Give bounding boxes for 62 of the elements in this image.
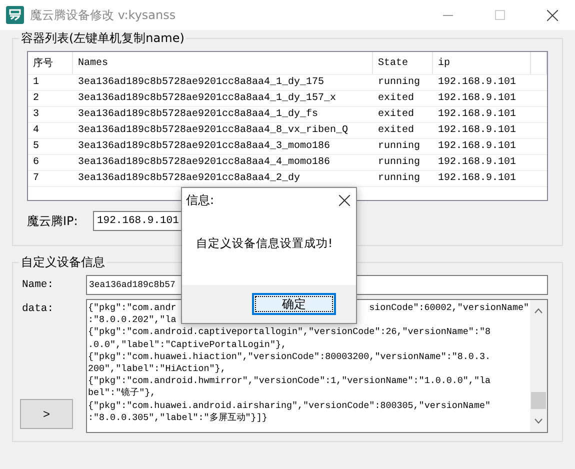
table-cell-text: 192.168.9.101 (437, 77, 518, 88)
scroll-thumb[interactable] (531, 392, 546, 408)
column-header[interactable]: State (373, 52, 433, 74)
data-text: sionCode":60002,"versionName" (369, 302, 529, 314)
minimize-icon[interactable] (443, 14, 453, 16)
table-cell-text: running (377, 157, 422, 168)
data-text: {"pkg":"com.huawei.android.airsharing","versionCode":800305,"versionName" (88, 400, 490, 412)
table-cell-text: 192.168.9.101 (437, 125, 518, 136)
table-cell-text: 3ea136ad189c8b5728ae9201cc8a8aa4_2_dy (77, 173, 302, 184)
data-text: :"8.0.0.202","la (88, 314, 176, 326)
group-title: 自定义设备信息 (19, 254, 107, 271)
table-cell-text: 2 (32, 93, 40, 104)
table-cell-text: 192.168.9.101 (437, 173, 518, 184)
table-cell-text: 3ea136ad189c8b5728ae9201cc8a8aa4_1_dy_175 (77, 77, 326, 88)
column-header[interactable]: 序号 (28, 52, 73, 74)
field-label: data: (22, 303, 55, 315)
table-cell-text: exited (377, 109, 416, 120)
data-text: :"8.0.0.305","label":"多屏互动"}]} (88, 412, 268, 424)
table-cell-text: 3ea136ad189c8b5728ae9201cc8a8aa4_1_dy_157_x (77, 93, 338, 104)
table-cell-text: 192.168.9.101 (437, 157, 518, 168)
data-text: .0.0","label":"CaptivePortalLogin"}, (88, 338, 286, 351)
window-title: 魔云腾设备修改 v:kysanss (30, 6, 177, 24)
close-icon[interactable] (546, 10, 558, 20)
scrollbar[interactable] (530, 300, 547, 432)
column-header[interactable]: Names (73, 52, 373, 74)
table-cell-text: running (377, 141, 422, 152)
table-cell-text: 6 (32, 157, 40, 168)
scroll-down-icon[interactable] (534, 418, 543, 424)
submit-button[interactable]: > (20, 399, 73, 429)
field-label: 魔云腾IP: (27, 212, 79, 230)
dialog-message: 自定义设备信息设置成功! (196, 236, 333, 250)
table-cell-text: 3ea136ad189c8b5728ae9201cc8a8aa4_1_dy_fs (77, 109, 320, 120)
table-cell-text: 5 (32, 141, 40, 152)
table-cell-text: 3ea136ad189c8b5728ae9201cc8a8aa4_4_momo186 (77, 157, 332, 168)
table-cell-text: 192.168.9.101 (437, 93, 518, 104)
table-cell-text: 3 (32, 109, 40, 120)
data-text: {"pkg":"com.huawei.hiaction","versionCode":80003200,"versionName":"8.0.3. (88, 350, 490, 364)
scroll-up-icon[interactable] (534, 308, 543, 314)
data-text: {"pkg":"com.andr (88, 302, 176, 314)
table-cell-text: 4 (32, 125, 40, 136)
group-title: 容器列表(左键单机复制name) (19, 30, 186, 47)
data-text: 200","label":"HiAction"}, (88, 363, 226, 376)
field-label: Name: (22, 278, 55, 291)
table-cell-text: running (377, 173, 422, 184)
table-cell-text: 192.168.9.101 (437, 109, 518, 120)
close-icon[interactable] (339, 194, 350, 206)
data-field[interactable] (86, 299, 548, 433)
data-text: bel":"镜子"}, (88, 387, 156, 400)
table-cell-text: 1 (32, 77, 40, 88)
ok-button[interactable]: 确定 (252, 293, 336, 315)
data-text: {"pkg":"com.android.hwmirror","versionCode":1,"versionName":"1.0.0.0","la (88, 375, 490, 388)
table-cell-text: 192.168.9.101 (437, 141, 518, 152)
column-header[interactable]: ip (433, 52, 531, 74)
dialog-title: 信息: (186, 192, 214, 208)
table-cell-text: exited (377, 125, 416, 136)
app-icon (6, 6, 24, 24)
table-cell-text: 3ea136ad189c8b5728ae9201cc8a8aa4_3_momo186 (77, 141, 332, 152)
table-cell-text: running (377, 77, 422, 88)
table-cell-text: 3ea136ad189c8b5728ae9201cc8a8aa4_8_vx_riben_Q (77, 125, 350, 136)
table-cell-text: 7 (32, 173, 40, 184)
data-text: {"pkg":"com.android.captiveportallogin","versionCode":26,"versionName":"8 (88, 326, 490, 339)
table-cell-text: exited (377, 93, 416, 104)
